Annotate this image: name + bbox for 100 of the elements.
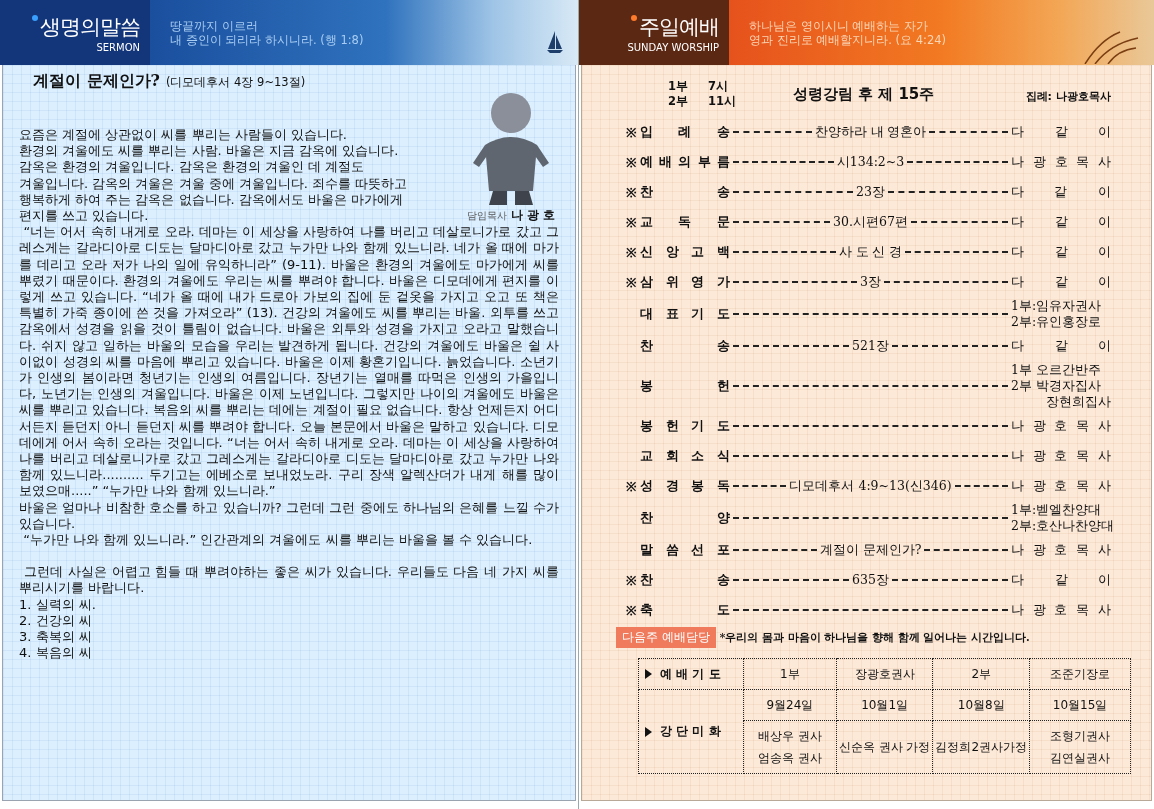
order-leader: 장현희집사 [1045, 394, 1111, 410]
order-content: 30.시편67편 [833, 213, 908, 231]
order-leader: 2부:호산나찬양대 [1011, 518, 1111, 534]
verse-line: 내 증인이 되리라 하시니라. (행 1:8) [170, 32, 364, 47]
section-subtitle: SUNDAY WORSHIP [627, 41, 719, 53]
order-leader: 다 같 이 [1011, 338, 1111, 354]
order-leader: 1부:임유자권사 [1011, 298, 1103, 314]
service-time: 11시 [708, 94, 736, 109]
list-item: 1. 실력의 씨. [19, 596, 97, 613]
section-title: 생명의말씀 [40, 13, 140, 41]
dot-icon [631, 14, 637, 21]
list-item: 4. 복음의 씨 [19, 645, 93, 662]
order-label: 삼 위 영 가 [640, 273, 730, 291]
dot-icon [32, 14, 38, 21]
order-label: 찬 양 [640, 509, 730, 527]
order-label: 예 배 의 부 름 [640, 153, 730, 171]
order-leader: 다 같 이 [1011, 244, 1111, 260]
order-leader: 2부:유인홍장로 [1011, 314, 1103, 330]
table-cell: 9월24일 [743, 689, 837, 721]
scripture-reference: (디모데후서 4장 9~13절) [165, 74, 306, 91]
table-cell: 10월15일 [1029, 689, 1131, 721]
order-leader: 1부 오르간반주 [1011, 362, 1102, 378]
sermon-paragraph: “누가만 나와 함께 있느니라.” 인간관계의 겨울에도 씨를 뿌리는 바울을 볼 수 있습니다. [22, 532, 534, 549]
order-label: 교 회 소 식 [640, 447, 730, 465]
sermon-text-line: 요즘은 계절에 상관없이 씨를 뿌리는 사람들이 있습니다. [19, 127, 348, 144]
order-leader: 다 같 이 [1011, 214, 1111, 230]
order-label: 찬 송 [640, 183, 730, 201]
sermon-paragraph: “너는 어서 속히 내게로 오라. 데마는 이 세상을 사랑하여 나를 버리고 데살로니가로 갔고 그레스게는 갈라디아로 디도는 달마디아로 갔고 누가만 나와 함께 있느니라. 네가 올 때에 마가를 데리고 오라 저가 나의 일에 유익하니라” (9-11). 바울은 환경의 겨울에도 마가에게 씨를 뿌렸기 때문이다. 환경의 겨울에도 우리는 씨를 뿌려야 합니다. 바울은 디모데에게 편지를 이렇게 쓰고 있습니다. “네가 올 때에 내가 드로아 가보의 집에 둔 겉옷을 가지고 오고 또 책은 특별히 가죽 종이에 쓴 것을 가져오라” (13). 건강의 겨울에도 씨를 뿌리는 바울. 외투를 쓰고 감옥에서 성경을 읽을 것이 틀림이 없습니다. 바울은 외투와 성경을 가지고 오라고 말했습니다. 쉬지 않고 일하는 바울의 모습을 우리는 발견하게 됩니다. 건강의 겨울에도 바울은 쉴 사이없이 성경의 씨를 마음에 뿌리고 있습니다. 바울은 이제 황혼기입니다. 늙었습니다. 소년기가 인생의 봄이라면 청년기는 인생의 여름입니다. 장년기는 열매를 따먹은 인생의 가을입니다, 노년기는 인생의 겨울입니다. 바울은 이제 노년입니다. 그렇지만 나이의 겨울에도 바울은 씨를 뿌리고 있습니다. 복음의 씨를 뿌리는 데에는 계절이 필요 없습니다. 항상 언제든지 어디서든지 듣던지 아니 듣던지 씨를 뿌려야 합니다. 오늘 본문에서 바울은 말하고 있습니다. 디모데에게 어서 속히 오라는 것입니다. “너는 어서 속히 내게로 오라. 데마는 이 세상을 사랑하여 나를 버리고 데살로니가로 갔고 그레스게는 갈라디아로 디도는 달마디아로 갔고 누가만 나와 함께 있느니라.......... 두기고는 에베소로 보내었노라. 구리 장색 알렉산더가 내게 해를 많이 보였으매.....” “누가만 나와 함께 있느니라.” [19, 224, 559, 500]
table-cell-text: 배상우 권사 [756, 728, 823, 745]
table-cell: 조준기장로 [1029, 658, 1131, 690]
order-label: 성 경 봉 독 [640, 477, 730, 495]
order-content: 521장 [852, 337, 889, 355]
order-label: 입 례 송 [640, 123, 730, 141]
order-leader: 나 광 호 목 사 [1011, 602, 1111, 618]
order-leader: 1부:벧엘찬양대 [1011, 502, 1103, 518]
list-item: 3. 축복의 씨 [19, 629, 93, 646]
order-leader: 다 같 이 [1011, 184, 1111, 200]
section-title: 주일예배 [639, 13, 719, 41]
standing-mark: ※ [626, 571, 637, 589]
section-subtitle: SERMON [96, 41, 140, 53]
row-label: 예 배 기 도 [660, 665, 721, 683]
order-leader: 다 같 이 [1011, 124, 1111, 140]
table-cell: 1부 [743, 658, 837, 690]
order-content: 디모데후서 4:9~13(신346) [789, 477, 952, 495]
section-tag: 다음주 예배담당 [616, 627, 716, 648]
table-cell: 10월8일 [932, 689, 1030, 721]
order-content: 635장 [852, 571, 889, 589]
table-cell: 2부 [932, 658, 1030, 690]
presider-name: 나광호목사 [1056, 89, 1111, 104]
verse-line: 영과 진리로 예배할지니라. (요 4:24) [749, 32, 947, 47]
table-cell-text: 신순옥 권사 가정 [838, 739, 931, 756]
table-cell: 10월1일 [836, 689, 933, 721]
sermon-title: 계절이 문제인가? [33, 73, 160, 90]
verse-line: 하나님은 영이시니 예배하는 자가 [749, 18, 928, 33]
pastor-role: 담임목사 [466, 209, 507, 223]
order-content: 계절이 문제인가? [819, 541, 922, 559]
order-label: 신 앙 고 백 [640, 243, 730, 261]
order-label: 말 씀 선 포 [640, 541, 730, 559]
leader-line [733, 485, 787, 487]
presider-label: 집례: [1025, 89, 1052, 104]
standing-mark: ※ [626, 601, 637, 619]
triangle-bullet-icon [645, 669, 652, 679]
standing-mark: ※ [626, 153, 637, 171]
table-cell-text: 김연실권사 [1049, 750, 1112, 767]
standing-mark: ※ [626, 273, 637, 291]
order-label: 축 도 [640, 601, 730, 619]
service-part: 1부 [667, 79, 688, 94]
list-item: 2. 건강의 씨 [19, 612, 93, 630]
order-label: 봉 헌 [640, 377, 730, 395]
standing-mark: ※ [626, 123, 637, 141]
note-text: *우리의 몸과 마음이 하나님을 향해 함께 일어나는 시간입니다. [719, 630, 1030, 645]
standing-mark: ※ [626, 183, 637, 201]
order-leader: 나 광 호 목 사 [1011, 542, 1111, 558]
order-label: 찬 송 [640, 337, 730, 355]
order-leader: 다 같 이 [1011, 572, 1111, 588]
order-content: 사 도 신 경 [838, 243, 903, 261]
service-title: 성령강림 후 제 15주 [791, 85, 936, 104]
leader-line [954, 485, 1008, 487]
triangle-bullet-icon [645, 726, 652, 737]
order-leader: 다 같 이 [1011, 274, 1111, 290]
order-leader: 나 광 호 목 사 [1011, 478, 1111, 494]
sermon-text-line: 행복하게 하여 주는 감옥은 없습니다. 감옥에서도 바울은 마가에게 [19, 191, 405, 208]
table-cell: 장광호권사 [836, 658, 933, 690]
order-label: 대 표 기 도 [640, 305, 730, 323]
order-content: 찬양하라 내 영혼아 [814, 123, 927, 141]
sermon-text-line: 편지를 쓰고 있습니다. [19, 208, 150, 225]
standing-mark: ※ [626, 243, 637, 261]
sermon-text-line: 환경의 겨울에도 씨를 뿌리는 사람. 바울은 지금 감옥에 있습니다. [19, 143, 400, 160]
service-time: 7시 [708, 79, 729, 94]
order-content: 3장 [860, 273, 881, 291]
sermon-paragraph: 그런데 사실은 어렵고 힘들 때 뿌려야하는 좋은 씨가 있습니다. 우리들도 다음 네 가지 씨를 뿌리시기를 바랍니다. [19, 564, 559, 597]
order-leader: 나 광 호 목 사 [1011, 448, 1111, 464]
standing-mark: ※ [626, 213, 637, 231]
order-label: 찬 송 [640, 571, 730, 589]
order-leader: 나 광 호 목 사 [1011, 154, 1111, 170]
sailboat-icon [546, 30, 564, 54]
table-cell-text: 엄송옥 권사 [756, 750, 823, 767]
sermon-paragraph: 바울은 얼마나 비참한 호소를 하고 있습니까? 그런데 그런 중에도 하나님의 은혜를 느낄 수가 있습니다. [19, 499, 559, 533]
service-part: 2부 [667, 94, 688, 109]
order-leader: 2부 박경자집사 [1011, 378, 1102, 394]
